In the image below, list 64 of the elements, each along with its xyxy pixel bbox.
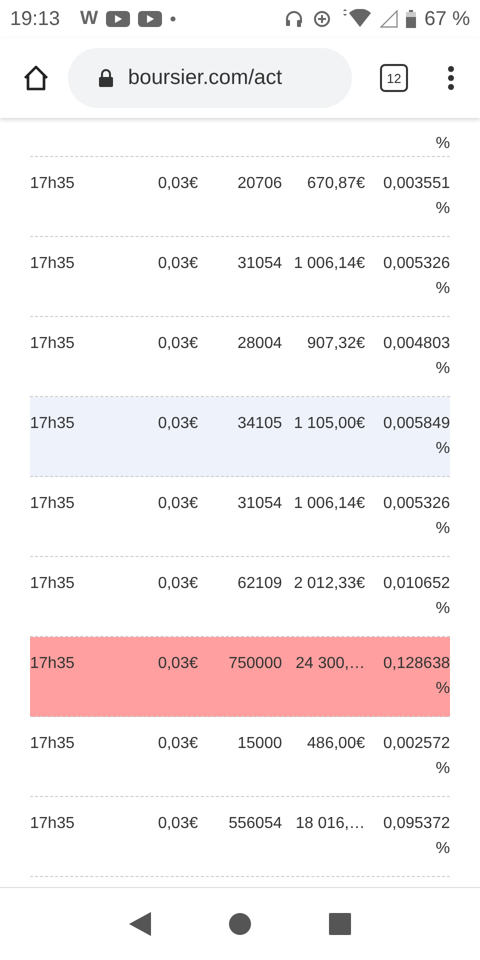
- table-cell-text: 17h35: [30, 414, 76, 434]
- table-cell-text: 0,03€: [156, 254, 198, 274]
- table-cell-text: 2 012,33€: [292, 574, 365, 594]
- headset-icon: [284, 9, 304, 29]
- table-cell-text: 17h35: [30, 254, 76, 274]
- table-cell-text: 1 006,14€: [292, 254, 365, 274]
- more-notifications-icon: [170, 16, 176, 22]
- battery-level: 67 %: [424, 8, 470, 30]
- home-icon[interactable]: [22, 65, 50, 91]
- table-cell-text: 0,03€: [156, 494, 198, 514]
- table-cell-text: 0,03€: [156, 654, 198, 674]
- table-cell-text: 17h35: [30, 174, 76, 194]
- address-bar[interactable]: boursier.com/act: [68, 48, 352, 108]
- data-saver-icon: [312, 9, 332, 29]
- table-cell-text: 0,004803 %: [382, 334, 450, 379]
- table-cell-text: 28004: [236, 334, 282, 354]
- table-cell-text: 31054: [236, 254, 282, 274]
- video-app-icon: [138, 11, 162, 27]
- url-text: boursier.com/act: [128, 66, 282, 90]
- table-cell-text: 0,03€: [156, 734, 198, 754]
- home-icon[interactable]: [229, 913, 251, 935]
- table-cell-text: 0,003551 %: [382, 174, 450, 219]
- table-cell-text: 1 105,00€: [292, 414, 365, 434]
- lock-icon: [98, 69, 114, 87]
- tab-count-button[interactable]: 12: [380, 64, 408, 92]
- signal-icon: [380, 10, 398, 28]
- table-cell-text: 17h35: [30, 574, 76, 594]
- table-cell-text: 0,002572 %: [382, 734, 450, 779]
- table-cell-text: 17h35: [30, 734, 76, 754]
- table-cell-text: 0,03€: [156, 574, 198, 594]
- table-cell-text: 62109: [236, 574, 282, 594]
- table-cell-text: 31054: [236, 494, 282, 514]
- menu-icon[interactable]: [448, 66, 454, 90]
- back-icon[interactable]: [129, 912, 151, 936]
- table-cell-text: 1 006,14€: [292, 494, 365, 514]
- video-app-icon: [106, 11, 130, 27]
- table-cell-text: 0,03€: [156, 174, 198, 194]
- table-cell-text: 15000: [236, 734, 282, 754]
- app-notification-icon: W: [80, 8, 98, 30]
- table-cell-text: 486,00€: [306, 734, 365, 754]
- table-cell-text: 750000: [228, 654, 282, 674]
- table-cell-text: 24 300,…: [294, 654, 365, 674]
- table-cell-text: 0,005326 %: [382, 254, 450, 299]
- table-cell-text: 0,03€: [156, 334, 198, 354]
- table-cell-text: 17h35: [30, 814, 76, 834]
- status-time: 19:13: [10, 8, 60, 30]
- table-cell-text: 0,03€: [156, 814, 198, 834]
- table-cell-text: 17h35: [30, 494, 76, 514]
- table-cell-text: 17h35: [30, 334, 76, 354]
- table-cell-text: 34105: [236, 414, 282, 434]
- table-cell-text: 0,005326 %: [382, 494, 450, 539]
- table-cell-text: 18 016,…: [294, 814, 365, 834]
- table-cell-text: 0,128638 %: [382, 654, 450, 699]
- table-cell-text: 670,87€: [306, 174, 365, 194]
- table-cell-text: 0,005849 %: [382, 414, 450, 459]
- table-cell-text: 0,03€: [156, 414, 198, 434]
- table-cell-text: 907,32€: [306, 334, 365, 354]
- table-cell-text: 20706: [236, 174, 282, 194]
- table-cell-text: %: [434, 134, 450, 154]
- table-cell-text: 17h35: [30, 654, 76, 674]
- table-cell-text: 0,010652 %: [382, 574, 450, 619]
- battery-icon: [406, 10, 416, 28]
- table-cell-text: 0,095372 %: [382, 814, 450, 859]
- table-cell-text: 556054: [228, 814, 282, 834]
